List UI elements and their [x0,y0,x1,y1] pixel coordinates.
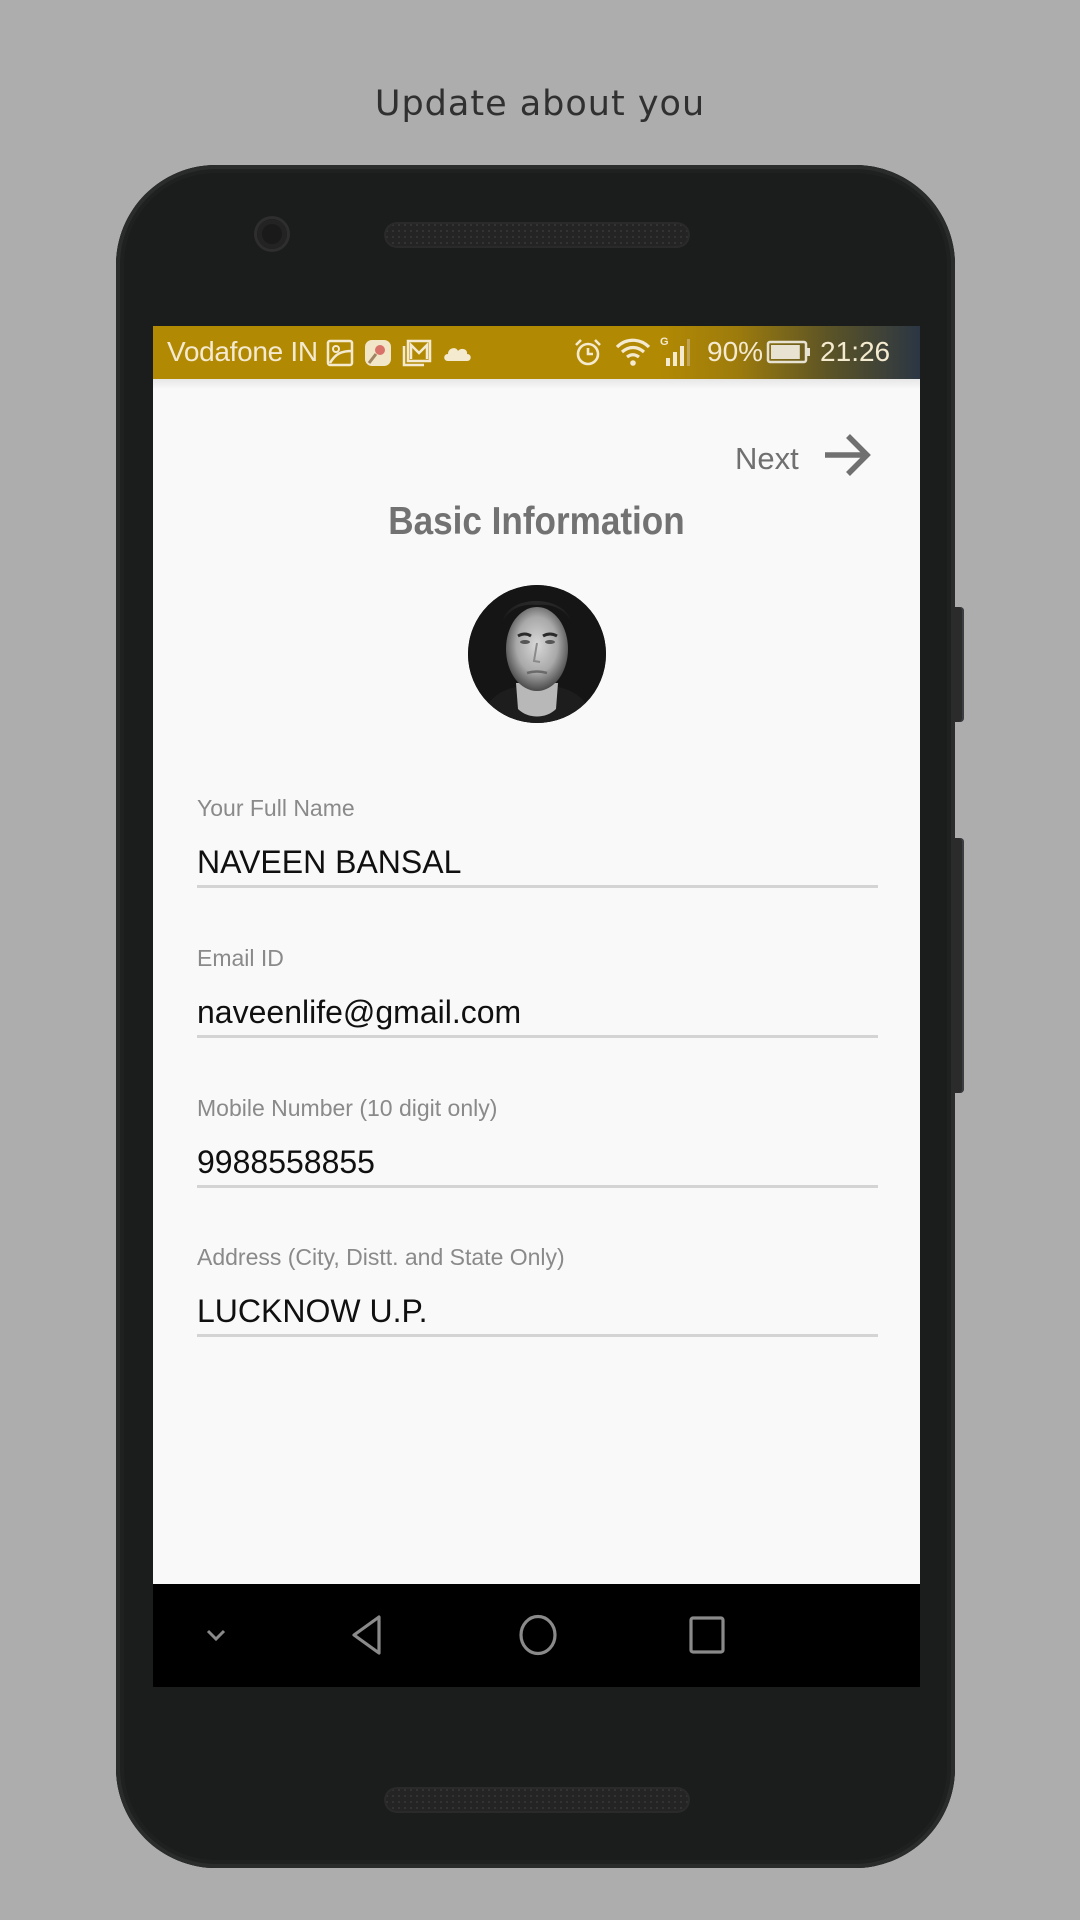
section-title: Basic Information [388,500,685,543]
profile-photo [468,585,606,723]
next-button[interactable]: Next [733,426,873,486]
carrier-name: Vodafone IN [167,336,318,367]
back-icon[interactable] [346,1613,390,1657]
mobile-input[interactable] [197,1139,878,1188]
status-bar: Vodafone IN G 90% 21:26 [153,326,920,379]
address-label: Address (City, Distt. and State Only) [197,1244,565,1270]
status-shadow [153,379,920,389]
full-name-label: Your Full Name [197,795,355,821]
network-type: G [660,336,669,348]
top-speaker [384,222,690,248]
clock: 21:26 [820,336,891,367]
avatar[interactable] [468,585,606,723]
next-label: Next [735,441,799,476]
battery-icon [766,340,811,364]
signal-icon: G [660,336,690,366]
alarm-icon [575,339,601,366]
cloud-icon [444,348,471,361]
app-screen: Vodafone IN G 90% 21:26 Next Basic Infor… [153,326,920,1687]
page-caption: Update about you [374,84,706,124]
full-name-input[interactable] [197,839,878,888]
recents-icon[interactable] [687,1614,727,1656]
navigation-bar [153,1584,920,1687]
battery-percent: 90% [707,336,764,367]
email-label: Email ID [197,945,284,971]
gmail-icon [402,339,432,367]
arrow-right-icon [825,434,871,476]
email-input[interactable] [197,989,878,1038]
power-button [955,607,964,722]
front-camera [257,219,287,249]
gallery-icon [326,339,354,367]
mobile-label: Mobile Number (10 digit only) [197,1095,498,1121]
hide-keyboard-icon[interactable] [204,1625,228,1645]
bottom-speaker [384,1787,690,1813]
home-icon[interactable] [516,1612,560,1658]
address-input[interactable] [197,1288,878,1337]
wifi-icon [615,338,651,366]
maps-icon [365,340,391,366]
volume-button [955,838,964,1093]
